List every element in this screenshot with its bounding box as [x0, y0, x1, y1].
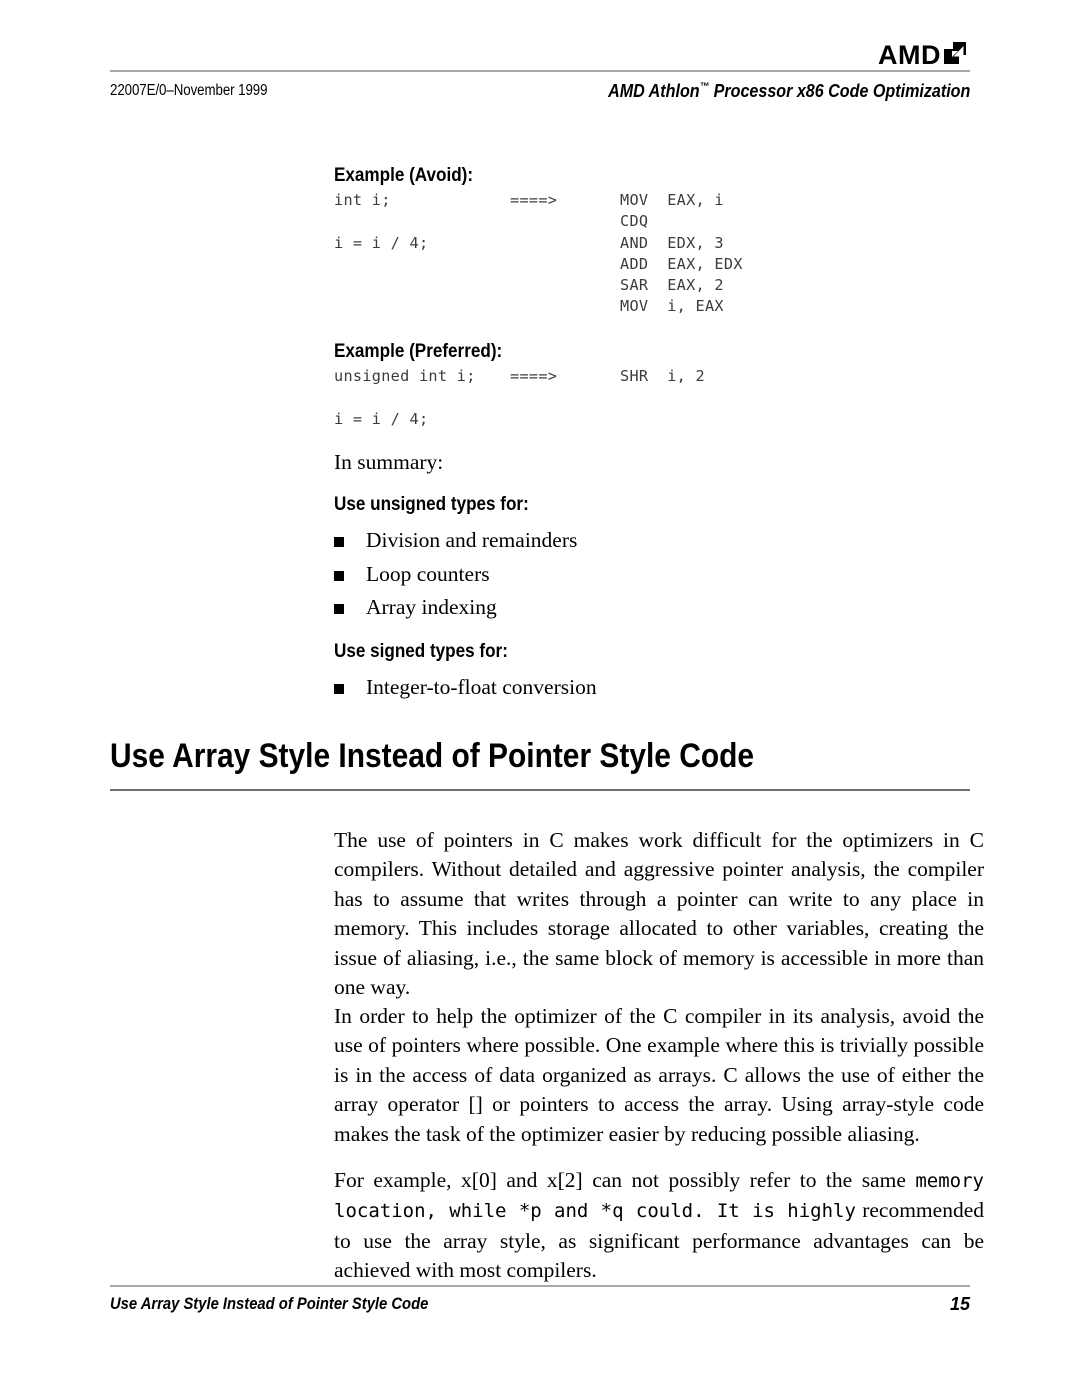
header-divider — [110, 70, 970, 72]
body-paragraph-2: In order to help the optimizer of the C … — [334, 1002, 984, 1149]
signed-types-heading: Use signed types for: — [334, 640, 508, 662]
document-title-suffix: Processor x86 Code Optimization — [708, 80, 970, 101]
page-number: 15 — [949, 1294, 970, 1314]
example-preferred-arrow: ====> — [510, 367, 558, 385]
example-preferred-heading: Example (Preferred): — [334, 341, 503, 362]
example-avoid-source: int i; i = i / 4; — [334, 191, 429, 252]
trademark-symbol: ™ — [699, 80, 709, 93]
example-avoid-asm: MOV EAX, i CDQ AND EDX, 3 ADD EAX, EDX S… — [620, 191, 743, 316]
section-heading: Use Array Style Instead of Pointer Style… — [110, 736, 980, 776]
amd-logo: AMD — [878, 40, 968, 70]
list-item-label: Loop counters — [366, 561, 490, 586]
body-paragraph-1: The use of pointers in C makes work diff… — [334, 826, 984, 1002]
bullet-square-icon — [334, 674, 366, 706]
list-item-label: Array indexing — [366, 595, 497, 620]
list-item: Loop counters — [334, 559, 984, 593]
example-preferred-block: Example (Preferred): unsigned int i; i =… — [334, 341, 984, 436]
paragraph-text: The use of pointers in C makes work diff… — [334, 828, 984, 1000]
footer-section-title: Use Array Style Instead of Pointer Style… — [110, 1294, 429, 1313]
example-avoid-block: Example (Avoid): int i; i = i / 4; ====>… — [334, 165, 984, 340]
example-preferred-code: unsigned int i; i = i / 4; ====> SHR i, … — [334, 366, 984, 436]
footer-divider — [110, 1285, 970, 1287]
example-preferred-source: unsigned int i; i = i / 4; — [334, 367, 476, 428]
unsigned-types-heading: Use unsigned types for: — [334, 494, 529, 516]
summary-block: In summary: Use unsigned types for: Divi… — [334, 448, 984, 705]
bullet-square-icon — [334, 561, 366, 593]
paragraph-text: In order to help the optimizer of the C … — [334, 1004, 984, 1146]
example-avoid-code: int i; i = i / 4; ====> MOV EAX, i CDQ A… — [334, 190, 984, 340]
list-item: Integer-to-float conversion — [334, 672, 984, 706]
list-item: Array indexing — [334, 592, 984, 626]
section-heading-divider — [110, 789, 970, 791]
paragraph-text-mixed: For example, x[0] and x[2] can not possi… — [334, 1166, 984, 1286]
document-page: AMD 22007E/0–November 1999 AMD Athlon™ P… — [0, 0, 1080, 1397]
body-paragraph-3: For example, x[0] and x[2] can not possi… — [334, 1166, 984, 1286]
document-title-header: AMD Athlon™ Processor x86 Code Optimizat… — [608, 80, 970, 102]
document-title-text: AMD Athlon — [607, 80, 700, 101]
summary-intro: In summary: — [334, 450, 444, 474]
list-item: Division and remainders — [334, 525, 984, 559]
amd-logo-wordmark: AMD — [878, 39, 941, 70]
document-id: 22007E/0–November 1999 — [110, 82, 268, 99]
amd-arrow-icon — [942, 40, 968, 71]
section-heading-text: Use Array Style Instead of Pointer Style… — [110, 737, 755, 775]
example-avoid-heading: Example (Avoid): — [334, 165, 474, 186]
bullet-square-icon — [334, 594, 366, 626]
example-avoid-arrow: ====> — [510, 191, 558, 209]
example-preferred-asm: SHR i, 2 — [620, 367, 705, 385]
list-item-label: Division and remainders — [366, 528, 578, 553]
bullet-square-icon — [334, 527, 366, 559]
signed-types-list: Integer-to-float conversion — [334, 672, 984, 706]
unsigned-types-list: Division and remainders Loop counters Ar… — [334, 525, 984, 626]
paragraph-part-1: For example, x[0] and x[2] can not possi… — [334, 1168, 916, 1192]
list-item-label: Integer-to-float conversion — [366, 674, 597, 699]
